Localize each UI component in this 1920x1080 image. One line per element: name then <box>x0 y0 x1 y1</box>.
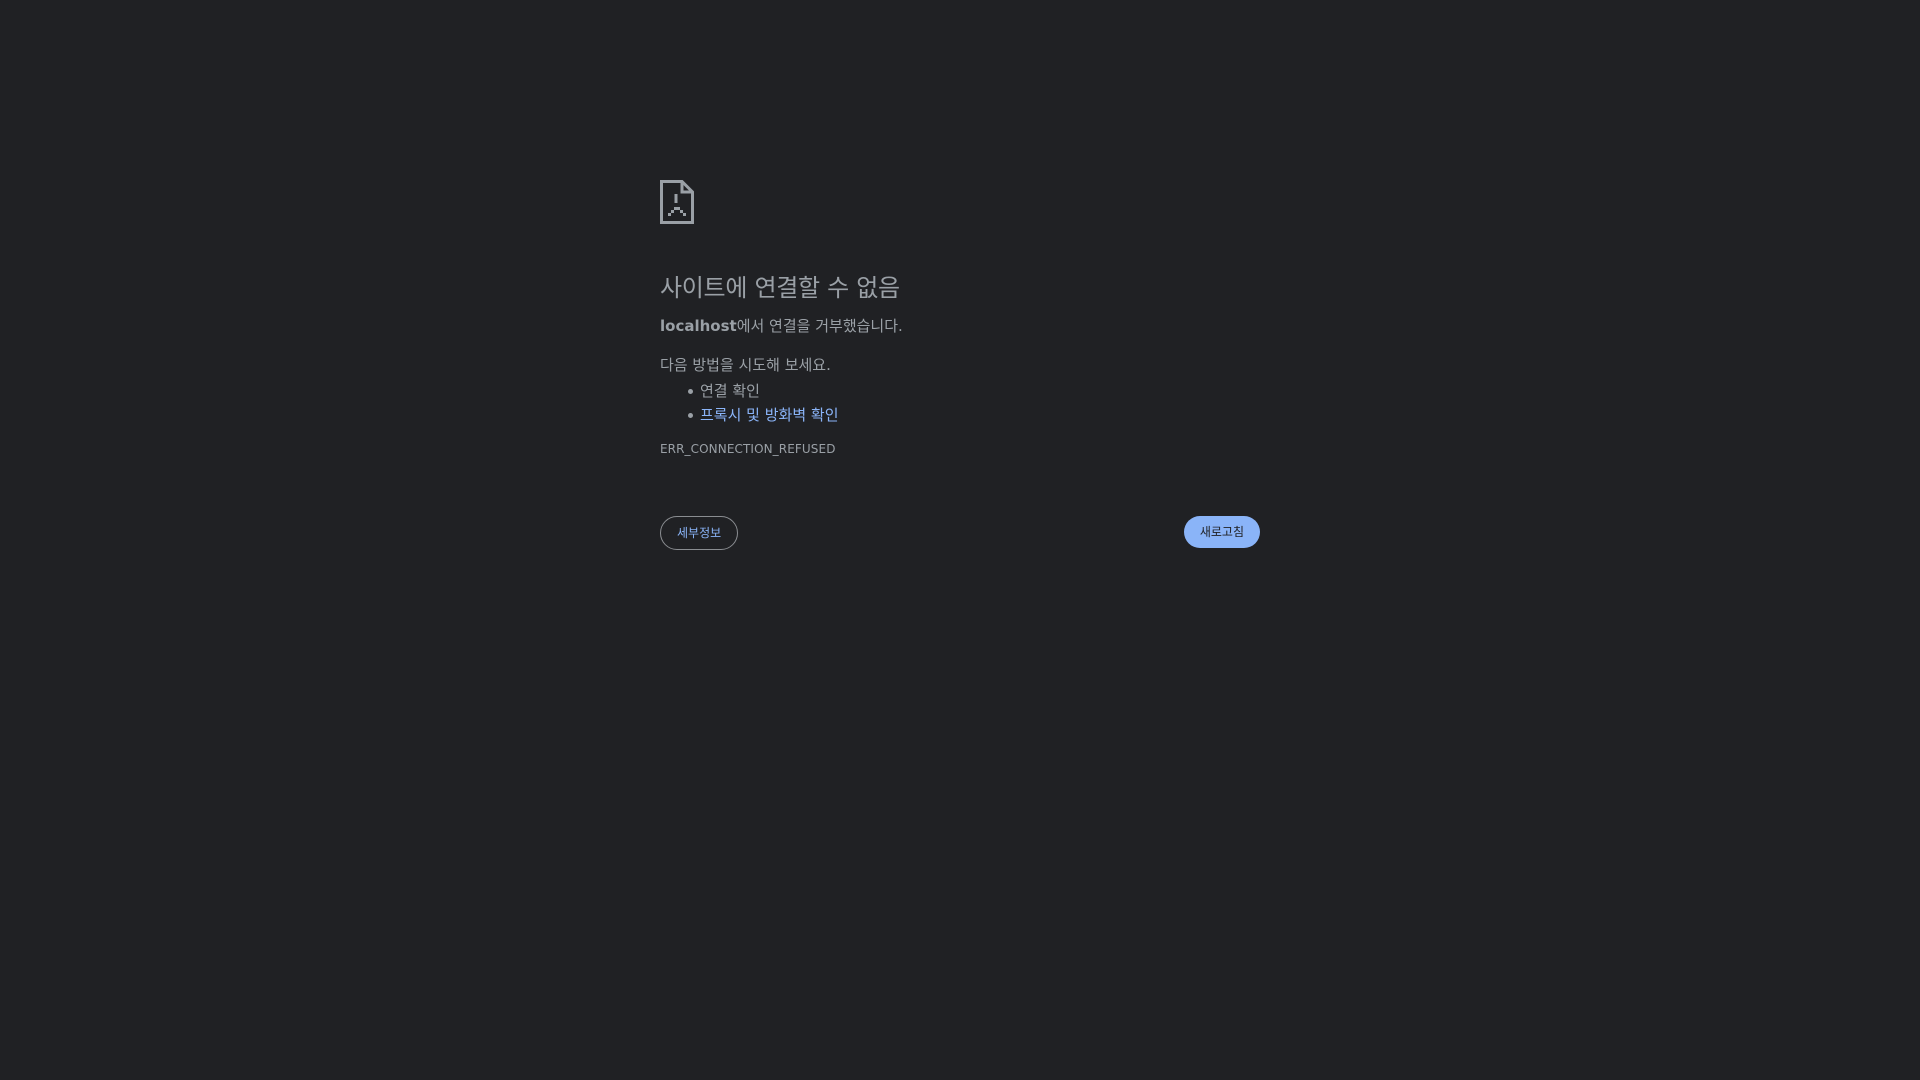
sad-document-icon <box>660 180 1260 224</box>
details-button[interactable]: 세부정보 <box>660 516 739 550</box>
suggestion-check-proxy-firewall: 프록시 및 방화벽 확인 <box>688 403 1260 427</box>
error-summary-text: 에서 연결을 거부했습니다. <box>736 317 903 335</box>
suggestion-label: 연결 확인 <box>700 382 760 400</box>
error-title: 사이트에 연결할 수 없음 <box>660 274 900 302</box>
suggestion-check-connection: 연결 확인 <box>688 379 1260 403</box>
error-code: ERR_CONNECTION_REFUSED <box>660 442 836 456</box>
reload-button[interactable]: 새로고침 <box>1183 516 1260 548</box>
main-content: 사이트에 연결할 수 없음 localhost에서 연결을 거부했습니다. 다음… <box>660 180 1260 457</box>
suggestions-list: 연결 확인 프록시 및 방화벽 확인 <box>660 379 1260 427</box>
error-summary: localhost에서 연결을 거부했습니다. <box>660 316 1260 336</box>
check-proxy-firewall-link[interactable]: 프록시 및 방화벽 확인 <box>700 406 839 424</box>
suggestions-intro: 다음 방법을 시도해 보세요. <box>660 356 831 374</box>
error-host: localhost <box>660 317 737 335</box>
button-row: 세부정보 새로고침 <box>660 516 1260 550</box>
error-page: 사이트에 연결할 수 없음 localhost에서 연결을 거부했습니다. 다음… <box>0 0 1920 1080</box>
